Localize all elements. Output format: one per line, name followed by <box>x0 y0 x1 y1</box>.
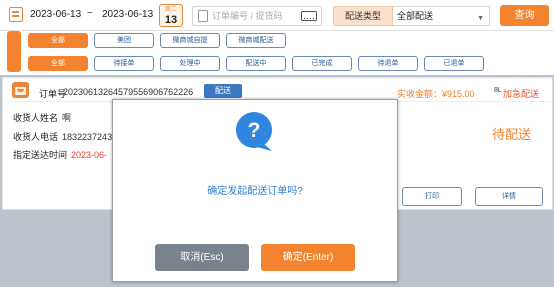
svg-text:?: ? <box>248 119 261 142</box>
chevron-down-icon: ▼ <box>477 15 484 22</box>
delivery-type-value: 全部配送 <box>397 11 434 21</box>
calendar-icon[interactable] <box>9 7 23 22</box>
weekday-label: 周二 <box>164 7 177 13</box>
date-range-separator: ~ <box>87 8 93 19</box>
order-number-label: 订单号 <box>39 89 67 99</box>
document-icon <box>198 10 208 22</box>
tab-pending-refund[interactable]: 待退单 <box>358 56 418 71</box>
print-button[interactable]: 打印 <box>402 187 462 206</box>
cancel-button[interactable]: 取消(Esc) <box>155 244 249 271</box>
detail-button[interactable]: 详情 <box>475 187 543 206</box>
tab-completed[interactable]: 已完成 <box>292 56 352 71</box>
order-search-input[interactable] <box>212 9 296 23</box>
delivery-type-label: 配送类型 <box>333 6 393 26</box>
order-number: 20230613264579556906762226 <box>63 87 194 97</box>
tab-processing[interactable]: 处理中 <box>160 56 220 71</box>
start-date[interactable]: 2023-06-13 <box>30 9 81 20</box>
tab-status-all[interactable]: 全部 <box>28 56 88 71</box>
delivery-type-select[interactable]: 全部配送 ▼ <box>393 6 490 26</box>
order-search-box[interactable] <box>192 6 322 26</box>
amount-received: 实收金额：¥915.00 <box>397 89 475 99</box>
tab-delivering[interactable]: 配送中 <box>226 56 286 71</box>
question-icon: ? <box>236 112 272 151</box>
tab-pending-accept[interactable]: 待接单 <box>94 56 154 71</box>
tab-source-all[interactable]: 全部 <box>28 33 88 48</box>
delivery-time: 2023-06- <box>71 150 108 160</box>
day-badge: 周二 13 <box>159 4 183 27</box>
confirm-dialog: ? 确定发起配送订单吗? 取消(Esc) 确定(Enter) <box>112 99 398 282</box>
side-tag <box>7 31 21 72</box>
end-date[interactable]: 2023-06-13 <box>102 9 153 20</box>
day-number: 13 <box>164 14 178 26</box>
order-status: 待配送 <box>492 127 532 142</box>
shop-icon <box>12 82 29 98</box>
receiver-phone-row: 收货人电话 1832237243 <box>13 130 112 143</box>
receiver-phone: 1832237243 <box>62 132 113 142</box>
receiver-name: 啊 <box>62 113 72 123</box>
tab-refunded[interactable]: 已退单 <box>424 56 484 71</box>
delivery-time-label: 指定送达时间 <box>13 150 68 160</box>
tab-meituan[interactable]: 美团 <box>94 33 154 48</box>
tab-wechat-pickup[interactable]: 微商城自提 <box>160 33 220 48</box>
dialog-message: 确定发起配送订单吗? <box>207 186 303 197</box>
receiver-name-row: 收货人姓名啊 <box>13 111 71 124</box>
keyboard-icon[interactable] <box>301 11 317 21</box>
receiver-phone-label: 收货人电话 <box>13 132 59 142</box>
query-button[interactable]: 查询 <box>500 5 549 26</box>
delivery-badge: 配送 <box>204 84 242 98</box>
filter-bar: 2023-06-13 ~ 2023-06-13 周二 13 配送类型 全部配送 … <box>0 0 554 31</box>
page: 2023-06-13 ~ 2023-06-13 周二 13 配送类型 全部配送 … <box>0 0 554 287</box>
confirm-button[interactable]: 确定(Enter) <box>261 244 355 271</box>
urgent-icon: 8L <box>494 87 502 94</box>
receiver-name-label: 收货人姓名 <box>13 113 59 123</box>
urgent-delivery-label: 加急配送 <box>503 89 540 99</box>
tab-wechat-delivery[interactable]: 微商城配送 <box>226 33 286 48</box>
delivery-time-row: 指定送达时间 2023-06- <box>13 148 107 161</box>
